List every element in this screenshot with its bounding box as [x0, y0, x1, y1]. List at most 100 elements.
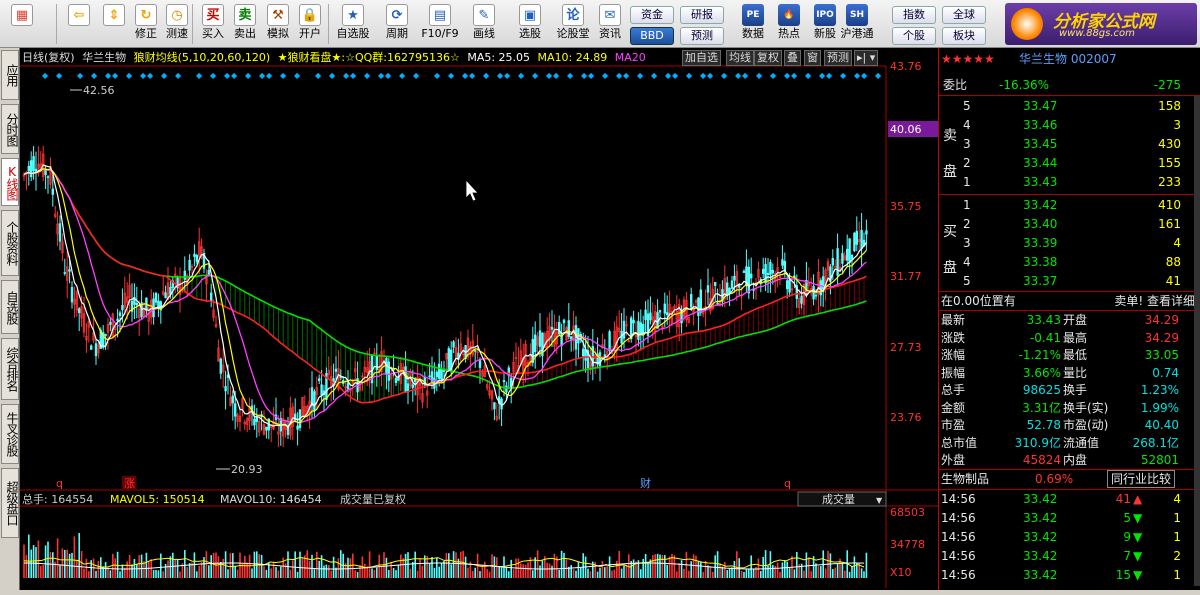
kline-button-3[interactable]: 叠: [784, 50, 801, 66]
candle-body: [118, 312, 122, 317]
volume-bar: [80, 550, 83, 578]
toolbar-button-1[interactable]: ⇦: [62, 2, 96, 46]
volume-bar: [606, 566, 608, 578]
toolbar-button-14[interactable]: 论论股堂: [555, 2, 591, 46]
toolbar-button-13[interactable]: ▣ 选股: [510, 2, 550, 46]
toolbar-button-11[interactable]: ▤ F10/F9: [420, 2, 460, 46]
toolbar-button-15[interactable]: ✉ 资讯: [595, 2, 625, 46]
nav-arrows-button[interactable]: ▸| ▾: [854, 50, 879, 66]
tick-count: 1: [1173, 530, 1181, 544]
left-tab-3[interactable]: 个股资料: [1, 210, 19, 276]
toolbar-button-6[interactable]: 卖卖出: [231, 2, 259, 46]
toolbar-button-0[interactable]: ▦: [4, 2, 40, 46]
toolbar-small-button-0[interactable]: 资金: [630, 6, 674, 24]
volume-bar: [311, 554, 313, 578]
left-tab-4[interactable]: 自选股: [1, 280, 19, 334]
indicator-label[interactable]: 狼财均线(5,10,20,60,120): [134, 51, 271, 64]
toolbar-right-button-1[interactable]: 🔥 热点: [772, 2, 806, 46]
left-tab-6[interactable]: 牛叉诊股: [1, 404, 19, 464]
tick-row: 14:56 33.42 7 ▼ 2: [939, 547, 1200, 565]
signal-marker: ◆: [672, 71, 679, 80]
stat-label-2: 最低: [1063, 348, 1088, 362]
toolbar-right-button-3[interactable]: SH 沪港通: [840, 2, 874, 46]
kline-button-1[interactable]: 均线: [726, 50, 754, 66]
level-number: 2: [963, 156, 971, 170]
toolbar-small-button-1[interactable]: 研报: [680, 6, 724, 24]
arrow-down-icon: ▼: [1133, 530, 1143, 544]
toolbar-index-button-3[interactable]: 板块: [942, 27, 986, 45]
toolbar-index-button-0[interactable]: 指数: [892, 6, 936, 24]
candle-body: [77, 308, 81, 313]
toolbar-index-button-1[interactable]: 全球: [942, 6, 986, 24]
kline-chart-area[interactable]: ◆ ◆ ◆ ◆ ◆ ◆ ◆ ◆ ◆ ◆ ◆ ◆ ◆ ◆ ◆ ◆ ◆ ◆ ◆ ◆ ◆ ◆ ◆ ◆ ◆ ◆ ◆ ◆ ◆ ◆ ◆ ◆ ◆ ◆ ◆ ◆ ◆ ◆ ◆ ◆…: [20, 48, 938, 590]
toolbar-button-9[interactable]: ★ 自选股: [333, 2, 373, 46]
left-tab-7[interactable]: 超级盘口: [1, 468, 19, 538]
candle-body: [533, 334, 537, 353]
tick-time: 14:56: [941, 568, 976, 582]
event-mark-2[interactable]: 财: [640, 476, 651, 490]
volume-bar: [704, 560, 707, 578]
volume-bar: [205, 551, 208, 578]
toolbar-small-button-3[interactable]: 预测: [680, 27, 724, 45]
left-tab-0[interactable]: 应用: [1, 50, 19, 100]
kline-chart-svg[interactable]: ◆ ◆ ◆ ◆ ◆ ◆ ◆ ◆ ◆ ◆ ◆ ◆ ◆ ◆ ◆ ◆ ◆ ◆ ◆ ◆ ◆ ◆ ◆ ◆ ◆ ◆ ◆ ◆ ◆ ◆ ◆ ◆ ◆ ◆ ◆ ◆ ◆ ◆ ◆ ◆…: [20, 48, 938, 590]
candle-body: [94, 343, 98, 357]
volume-bar: [32, 545, 35, 578]
left-tab-2[interactable]: K线图: [1, 158, 19, 206]
candle-body: [473, 350, 477, 352]
kline-button-2[interactable]: 复权: [754, 50, 782, 66]
kline-button-0[interactable]: 加自选: [682, 50, 721, 66]
volume-bar: [390, 561, 392, 578]
candle-body: [622, 320, 626, 339]
position-detail-link[interactable]: 卖单! 查看详细: [1114, 292, 1195, 310]
volume-bar: [589, 571, 592, 578]
toolbar-button-4[interactable]: ◷ 测速: [163, 2, 191, 46]
volume-bar: [395, 570, 397, 578]
volume-bar: [462, 550, 464, 578]
volume-bar: [767, 565, 769, 578]
signal-marker: ◆: [175, 71, 182, 80]
level-price: 33.47: [1023, 99, 1058, 113]
kline-button-5[interactable]: 预测: [824, 50, 852, 66]
toolbar-button-12[interactable]: ✎ 画线: [464, 2, 504, 46]
quote-scrollbar[interactable]: [1194, 96, 1200, 586]
volume-bar: [88, 571, 90, 578]
chevron-down-icon: ▼: [876, 496, 883, 505]
signal-marker: ◆: [413, 71, 420, 80]
toolbar-button-8[interactable]: 🔒 开户: [296, 2, 324, 46]
tick-row: 14:56 33.42 41 ▲ 4: [939, 490, 1200, 508]
event-mark-3[interactable]: q: [784, 477, 791, 490]
kline-button-4[interactable]: 窗: [804, 50, 821, 66]
toolbar-index-button-2[interactable]: 个股: [892, 27, 936, 45]
volume-bar: [76, 559, 78, 578]
signal-marker: ◆: [224, 71, 231, 80]
volume-bar: [198, 566, 200, 578]
event-mark-0[interactable]: q: [56, 477, 63, 490]
bottom-bar: [0, 590, 1200, 595]
toolbar-button-3[interactable]: ↻ 修正: [132, 2, 160, 46]
toolbar-right-button-0[interactable]: PE 数据: [736, 2, 770, 46]
toolbar-button-7[interactable]: ⚒ 模拟: [264, 2, 292, 46]
left-tab-5[interactable]: 综合排名: [1, 338, 19, 400]
toolbar-button-10[interactable]: ⟳ 周期: [378, 2, 416, 46]
period-label[interactable]: 日线(复权): [22, 51, 75, 64]
volume-bar: [546, 562, 548, 578]
candle-body: [46, 176, 50, 178]
left-tab-1[interactable]: 分时图: [1, 104, 19, 154]
candle-body: [502, 380, 506, 383]
mouse-cursor-icon: [465, 178, 479, 202]
toolbar-button-2[interactable]: ⇕: [100, 2, 128, 46]
level-price: 33.37: [1023, 274, 1058, 288]
toolbar-button-5[interactable]: 买买入: [199, 2, 227, 46]
volume-bar: [508, 571, 510, 578]
volume-bar: [524, 564, 527, 578]
stat-value: 45824: [1022, 453, 1061, 467]
volume-bar: [836, 563, 839, 578]
industry-compare-button[interactable]: 同行业比较: [1107, 470, 1176, 488]
toolbar-right-button-2[interactable]: IPO 新股: [808, 2, 842, 46]
event-mark-1[interactable]: 涨: [124, 477, 135, 490]
toolbar-small-button-2[interactable]: BBD: [630, 27, 674, 45]
volume-bar: [700, 561, 702, 578]
price-axis-label: 40.06: [890, 123, 922, 136]
signal-marker: ◆: [343, 71, 350, 80]
